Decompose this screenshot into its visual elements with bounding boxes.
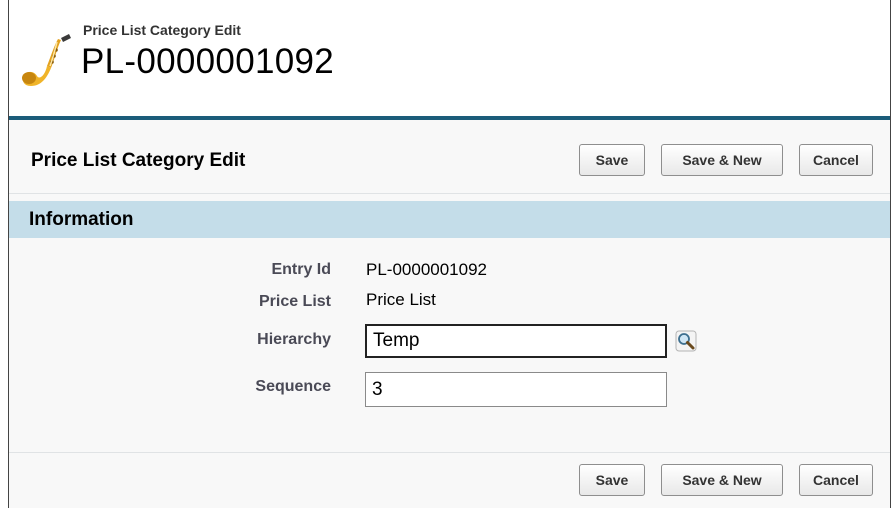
entry-id-label: Entry Id — [271, 261, 331, 278]
save-and-new-button-bottom[interactable]: Save & New — [661, 464, 783, 496]
entry-id-value: PL-0000001092 — [366, 260, 488, 279]
save-and-new-button-top[interactable]: Save & New — [661, 144, 783, 176]
lookup-magnifier-icon[interactable] — [675, 330, 697, 352]
price-list-label: Price List — [258, 293, 331, 310]
edit-block: Price List Category Edit Save Save & New… — [9, 116, 890, 508]
bottom-button-group: Save Save & New Cancel — [579, 464, 873, 496]
edit-block-header: Price List Category Edit Save Save & New… — [9, 120, 890, 194]
save-button-top[interactable]: Save — [579, 144, 645, 176]
sequence-input[interactable] — [365, 372, 667, 407]
edit-block-title: Price List Category Edit — [31, 150, 246, 171]
hierarchy-label: Hierarchy — [257, 331, 331, 348]
footer-divider — [9, 452, 890, 453]
cancel-button-bottom[interactable]: Cancel — [799, 464, 873, 496]
saxophone-icon — [22, 34, 71, 86]
page-subtitle: Price List Category Edit — [83, 22, 241, 38]
page-title: PL-0000001092 — [81, 42, 335, 81]
information-section-header[interactable]: Information — [9, 201, 890, 238]
hierarchy-input[interactable] — [365, 324, 667, 358]
price-list-value: Price List — [366, 290, 436, 309]
sequence-label: Sequence — [255, 378, 331, 395]
page-frame: Price List Category Edit PL-0000001092 P… — [8, 0, 891, 508]
section-title: Information — [29, 209, 134, 230]
save-button-bottom[interactable]: Save — [579, 464, 645, 496]
page-header: Price List Category Edit PL-0000001092 — [9, 0, 890, 116]
cancel-button-top[interactable]: Cancel — [799, 144, 873, 176]
top-button-group: Save Save & New Cancel — [579, 144, 873, 176]
